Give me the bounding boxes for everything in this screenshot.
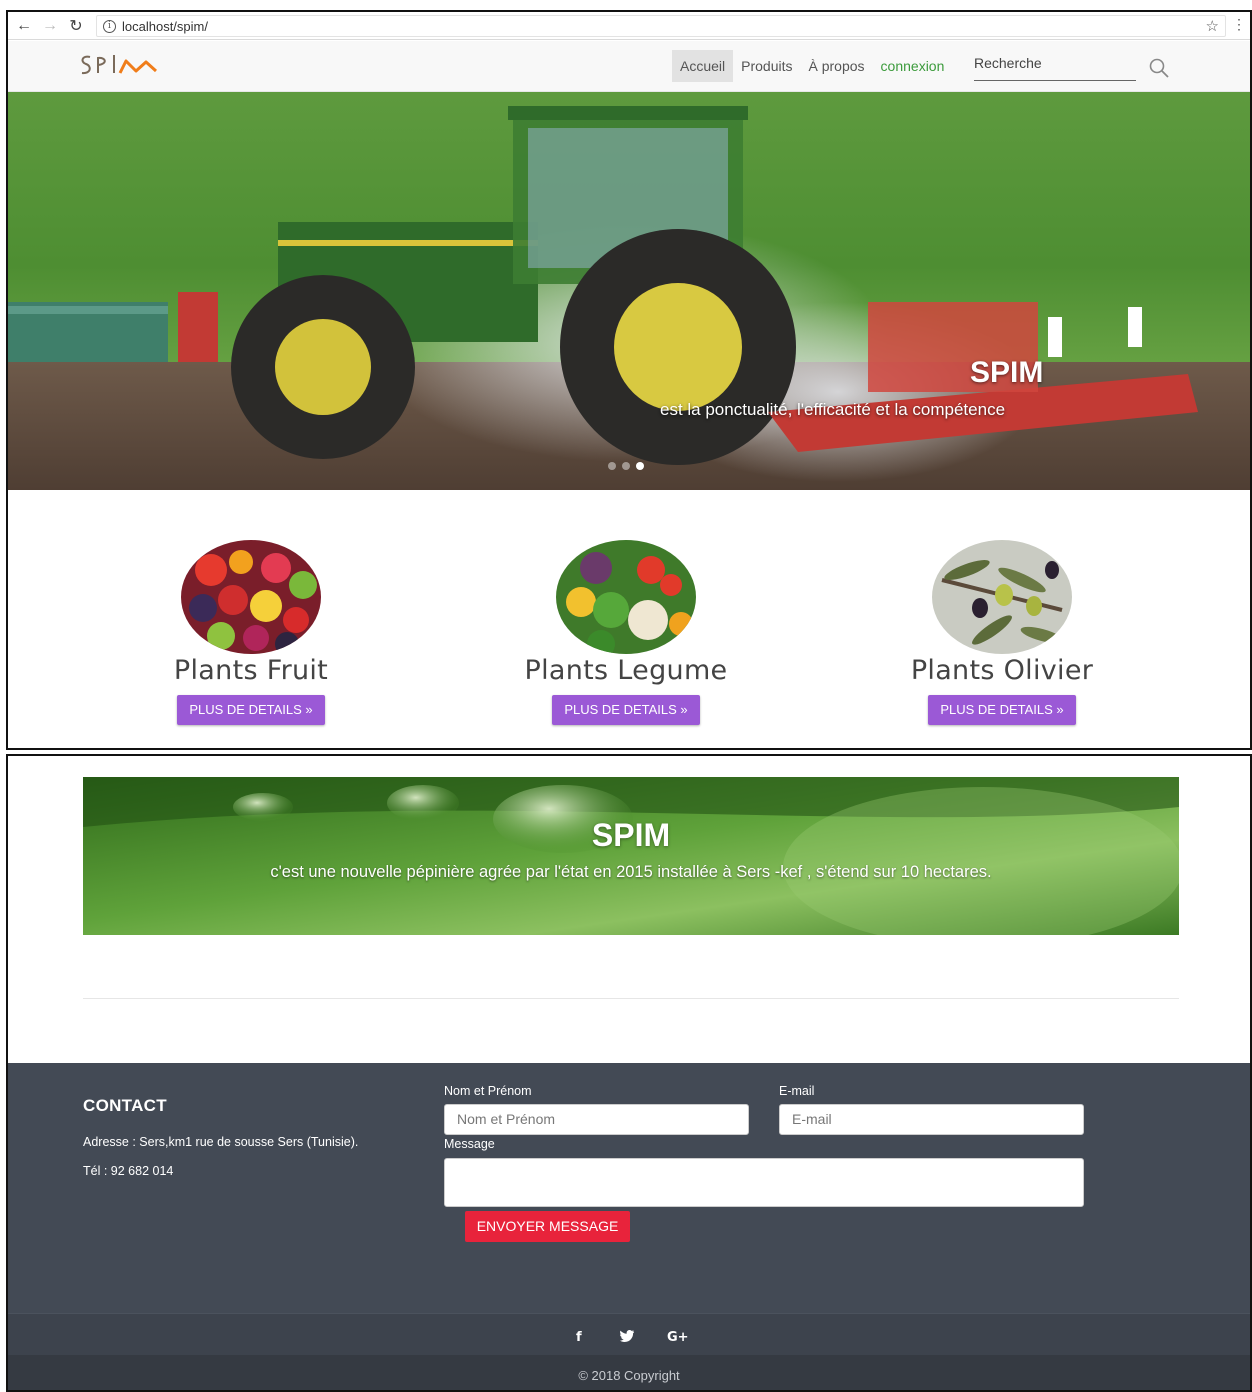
about-banner: SPIM c'est une nouvelle pépinière agrée … [83, 777, 1179, 935]
spim-logo[interactable] [76, 49, 160, 83]
copyright-bar: © 2018 Copyright [8, 1355, 1250, 1390]
url-text: localhost/spim/ [122, 18, 208, 34]
browser-toolbar: ← → ↻ i localhost/spim/ ☆ ⋮ [8, 12, 1250, 40]
carousel-dot[interactable] [608, 462, 616, 470]
leaf-dew-image [83, 777, 1179, 935]
olive-image [932, 540, 1072, 654]
tractor-image [8, 92, 1250, 490]
contact-address: Adresse : Sers,km1 rue de sousse Sers (T… [83, 1135, 359, 1149]
social-bar: f G+ [8, 1313, 1250, 1356]
nav-accueil[interactable]: Accueil [672, 50, 734, 82]
name-field[interactable]: Nom et Prénom [444, 1104, 749, 1135]
hero-carousel: SPIM est la ponctualité, l'efficacité et… [8, 92, 1250, 490]
footer: CONTACT Adresse : Sers,km1 rue de sousse… [8, 1063, 1250, 1390]
star-icon[interactable]: ☆ [1206, 17, 1219, 35]
hero-title: SPIM [970, 356, 1044, 389]
google-plus-icon[interactable]: G+ [667, 1330, 689, 1345]
about-title: SPIM [591, 817, 671, 853]
back-arrow-icon[interactable]: ← [14, 17, 34, 35]
product-olivier: Plants Olivier PLUS DE DETAILS » [852, 540, 1152, 725]
browser-menu-icon[interactable]: ⋮ [1232, 16, 1246, 33]
about-contact-screenshot: SPIM c'est une nouvelle pépinière agrée … [6, 754, 1252, 1392]
search-input[interactable]: Recherche [974, 53, 1136, 81]
reload-icon[interactable]: ↻ [66, 16, 86, 36]
details-button-legume[interactable]: PLUS DE DETAILS » [552, 695, 700, 725]
email-field[interactable]: E-mail [779, 1104, 1084, 1135]
fruit-image [181, 540, 321, 654]
nav-produits[interactable]: Produits [733, 50, 800, 82]
vegetable-image [556, 540, 696, 654]
carousel-dot-active[interactable] [636, 462, 644, 470]
contact-title: CONTACT [83, 1096, 167, 1115]
hero-subtitle: est la ponctualité, l'efficacité et la c… [660, 400, 1006, 419]
search-icon[interactable] [1148, 57, 1170, 79]
send-message-button[interactable]: ENVOYER MESSAGE [465, 1211, 630, 1242]
section-divider [83, 998, 1179, 999]
details-button-olivier[interactable]: PLUS DE DETAILS » [928, 695, 1076, 725]
product-title: Plants Fruit [173, 655, 329, 686]
about-text: c'est une nouvelle pépinière agrée par l… [270, 863, 992, 881]
nav-a-propos[interactable]: À propos [801, 50, 873, 82]
site-navbar: Accueil Produits À propos connexion Rech… [8, 41, 1250, 92]
forward-arrow-icon[interactable]: → [40, 17, 60, 35]
details-button-fruit[interactable]: PLUS DE DETAILS » [177, 695, 325, 725]
message-label: Message [444, 1137, 495, 1151]
twitter-icon[interactable] [620, 1330, 635, 1346]
facebook-icon[interactable]: f [576, 1330, 582, 1345]
copyright-text: © 2018 Copyright [578, 1368, 680, 1383]
contact-phone: Tél : 92 682 014 [83, 1164, 174, 1178]
homepage-screenshot: ← → ↻ i localhost/spim/ ☆ ⋮ Accueil Prod… [6, 10, 1252, 750]
name-label: Nom et Prénom [444, 1084, 532, 1098]
product-title: Plants Legume [524, 655, 728, 686]
info-icon[interactable]: i [103, 19, 116, 33]
main-nav: Accueil Produits À propos connexion [672, 50, 952, 82]
nav-connexion[interactable]: connexion [873, 50, 953, 82]
carousel-indicators [608, 462, 644, 470]
address-bar[interactable]: i localhost/spim/ ☆ [96, 15, 1226, 37]
product-title: Plants Olivier [910, 655, 1094, 686]
product-legume: Plants Legume PLUS DE DETAILS » [476, 540, 776, 725]
message-field[interactable] [444, 1158, 1084, 1207]
carousel-dot[interactable] [622, 462, 630, 470]
email-label: E-mail [779, 1084, 815, 1098]
product-fruit: Plants Fruit PLUS DE DETAILS » [101, 540, 401, 725]
